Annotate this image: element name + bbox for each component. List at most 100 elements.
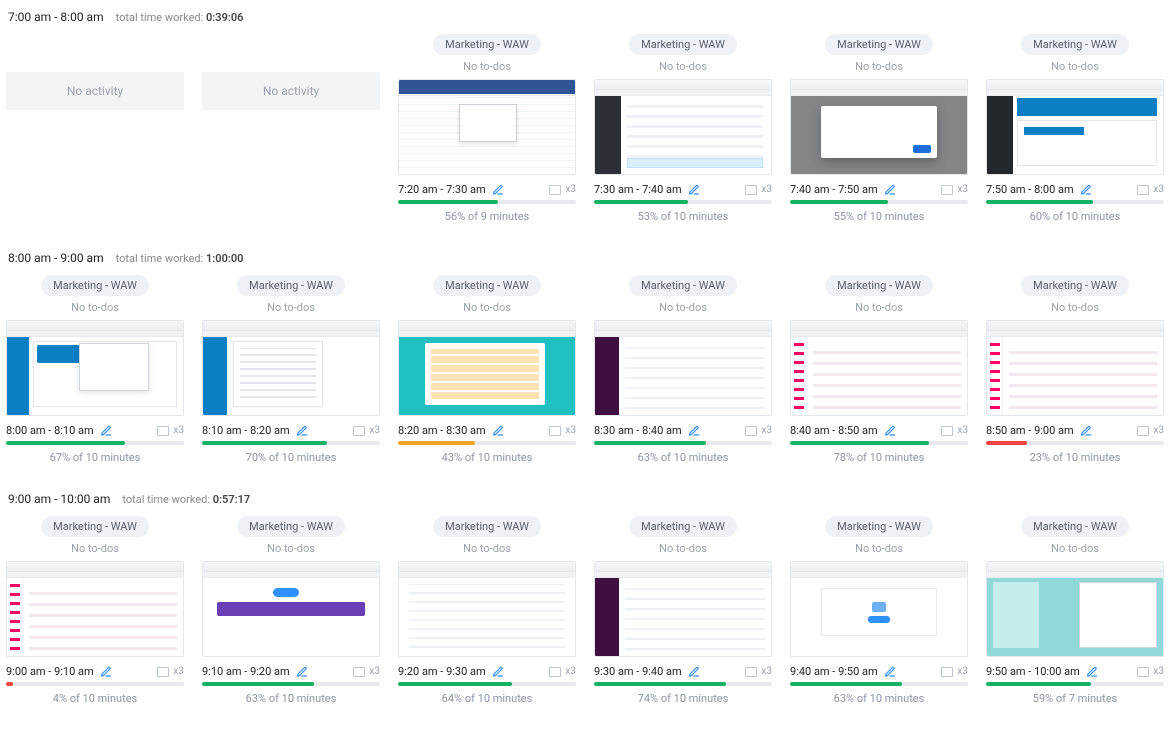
screenshot-thumbnail[interactable]: [398, 79, 576, 175]
project-pill[interactable]: Marketing - WAW: [1021, 275, 1129, 296]
screenshot-card: Marketing - WAW No to-dos 8:00 am - 8:10…: [6, 275, 184, 464]
edit-icon[interactable]: [100, 666, 112, 678]
screenshot-card: Marketing - WAW No to-dos 9:10 am - 9:20…: [202, 516, 380, 705]
project-pill[interactable]: Marketing - WAW: [1021, 34, 1129, 55]
screenshot-card: Marketing - WAW No to-dos 8:40 am - 8:50…: [790, 275, 968, 464]
screens-count[interactable]: x3: [745, 184, 772, 195]
edit-icon[interactable]: [492, 425, 504, 437]
screens-count[interactable]: x3: [549, 425, 576, 436]
screenshot-card: Marketing - WAW No to-dos 9:00 am - 9:10…: [6, 516, 184, 705]
activity-bar: [398, 441, 576, 445]
activity-bar-fill: [202, 682, 314, 686]
screens-count[interactable]: x3: [353, 666, 380, 677]
screens-count[interactable]: x3: [745, 425, 772, 436]
project-pill[interactable]: Marketing - WAW: [825, 275, 933, 296]
activity-bar-fill: [6, 682, 13, 686]
edit-icon[interactable]: [688, 425, 700, 437]
project-pill[interactable]: Marketing - WAW: [237, 516, 345, 537]
card-meta: 7:30 am - 7:40 am x3: [594, 181, 772, 200]
project-pill[interactable]: Marketing - WAW: [237, 275, 345, 296]
edit-icon[interactable]: [884, 666, 896, 678]
screens-count[interactable]: x3: [157, 425, 184, 436]
edit-icon[interactable]: [1086, 666, 1098, 678]
interval-time: 7:30 am - 7:40 am: [594, 183, 682, 196]
screens-count[interactable]: x3: [353, 425, 380, 436]
screenshot-thumbnail[interactable]: [790, 320, 968, 416]
edit-icon[interactable]: [884, 425, 896, 437]
edit-icon[interactable]: [492, 666, 504, 678]
screenshot-thumbnail[interactable]: [202, 561, 380, 657]
todos-label: No to-dos: [594, 60, 772, 73]
card-meta: 8:10 am - 8:20 am x3: [202, 422, 380, 441]
edit-icon[interactable]: [884, 184, 896, 196]
interval-time: 8:40 am - 8:50 am: [790, 424, 878, 437]
project-pill[interactable]: Marketing - WAW: [433, 34, 541, 55]
screenshot-thumbnail[interactable]: [594, 320, 772, 416]
project-pill[interactable]: Marketing - WAW: [825, 516, 933, 537]
edit-icon[interactable]: [688, 184, 700, 196]
activity-bar-fill: [398, 682, 512, 686]
edit-icon[interactable]: [296, 425, 308, 437]
interval-time: 7:40 am - 7:50 am: [790, 183, 878, 196]
activity-percent: 67% of 10 minutes: [6, 451, 184, 464]
activity-bar: [790, 200, 968, 204]
project-pill[interactable]: Marketing - WAW: [629, 34, 737, 55]
hour-grid: Marketing - WAW No to-dos 8:00 am - 8:10…: [6, 275, 1164, 464]
project-pill[interactable]: Marketing - WAW: [1021, 516, 1129, 537]
interval-time: 8:00 am - 8:10 am: [6, 424, 94, 437]
screens-count[interactable]: x3: [1137, 666, 1164, 677]
edit-icon[interactable]: [1080, 425, 1092, 437]
todos-label: No to-dos: [986, 301, 1164, 314]
screens-count[interactable]: x3: [1137, 184, 1164, 195]
screens-count[interactable]: x3: [1137, 425, 1164, 436]
project-pill[interactable]: Marketing - WAW: [825, 34, 933, 55]
screenshot-thumbnail[interactable]: [398, 561, 576, 657]
screenshot-thumbnail[interactable]: [6, 561, 184, 657]
project-pill[interactable]: Marketing - WAW: [41, 516, 149, 537]
screenshot-thumbnail[interactable]: [594, 561, 772, 657]
activity-bar: [790, 682, 968, 686]
card-meta: 7:50 am - 8:00 am x3: [986, 181, 1164, 200]
screens-count[interactable]: x3: [941, 425, 968, 436]
screenshot-thumbnail[interactable]: [986, 561, 1164, 657]
card-meta: 8:20 am - 8:30 am x3: [398, 422, 576, 441]
activity-bar: [398, 200, 576, 204]
screenshot-thumbnail[interactable]: [790, 79, 968, 175]
edit-icon[interactable]: [100, 425, 112, 437]
activity-bar-fill: [790, 682, 902, 686]
screens-count[interactable]: x3: [745, 666, 772, 677]
card-meta: 7:20 am - 7:30 am x3: [398, 181, 576, 200]
screenshot-thumbnail[interactable]: [398, 320, 576, 416]
hour-header: 9:00 am - 10:00 am total time worked: 0:…: [6, 492, 1164, 506]
edit-icon[interactable]: [1080, 184, 1092, 196]
interval-time: 9:40 am - 9:50 am: [790, 665, 878, 678]
project-pill[interactable]: Marketing - WAW: [629, 516, 737, 537]
screenshot-thumbnail[interactable]: [790, 561, 968, 657]
no-activity-slot: No activity: [202, 34, 380, 223]
activity-percent: 78% of 10 minutes: [790, 451, 968, 464]
project-pill[interactable]: Marketing - WAW: [433, 275, 541, 296]
project-pill[interactable]: Marketing - WAW: [41, 275, 149, 296]
project-pill[interactable]: Marketing - WAW: [433, 516, 541, 537]
screenshot-thumbnail[interactable]: [986, 320, 1164, 416]
activity-bar: [6, 682, 184, 686]
screenshot-thumbnail[interactable]: [986, 79, 1164, 175]
todos-label: No to-dos: [6, 301, 184, 314]
screenshot-card: Marketing - WAW No to-dos 9:40 am - 9:50…: [790, 516, 968, 705]
activity-bar: [202, 441, 380, 445]
screenshot-thumbnail[interactable]: [594, 79, 772, 175]
activity-percent: 63% of 10 minutes: [594, 451, 772, 464]
edit-icon[interactable]: [688, 666, 700, 678]
screens-count[interactable]: x3: [549, 666, 576, 677]
screens-count[interactable]: x3: [157, 666, 184, 677]
screens-count[interactable]: x3: [941, 666, 968, 677]
interval-time: 7:50 am - 8:00 am: [986, 183, 1074, 196]
edit-icon[interactable]: [492, 184, 504, 196]
hour-header: 8:00 am - 9:00 am total time worked: 1:0…: [6, 251, 1164, 265]
screens-count[interactable]: x3: [941, 184, 968, 195]
screenshot-thumbnail[interactable]: [202, 320, 380, 416]
screenshot-thumbnail[interactable]: [6, 320, 184, 416]
screens-count[interactable]: x3: [549, 184, 576, 195]
edit-icon[interactable]: [296, 666, 308, 678]
project-pill[interactable]: Marketing - WAW: [629, 275, 737, 296]
